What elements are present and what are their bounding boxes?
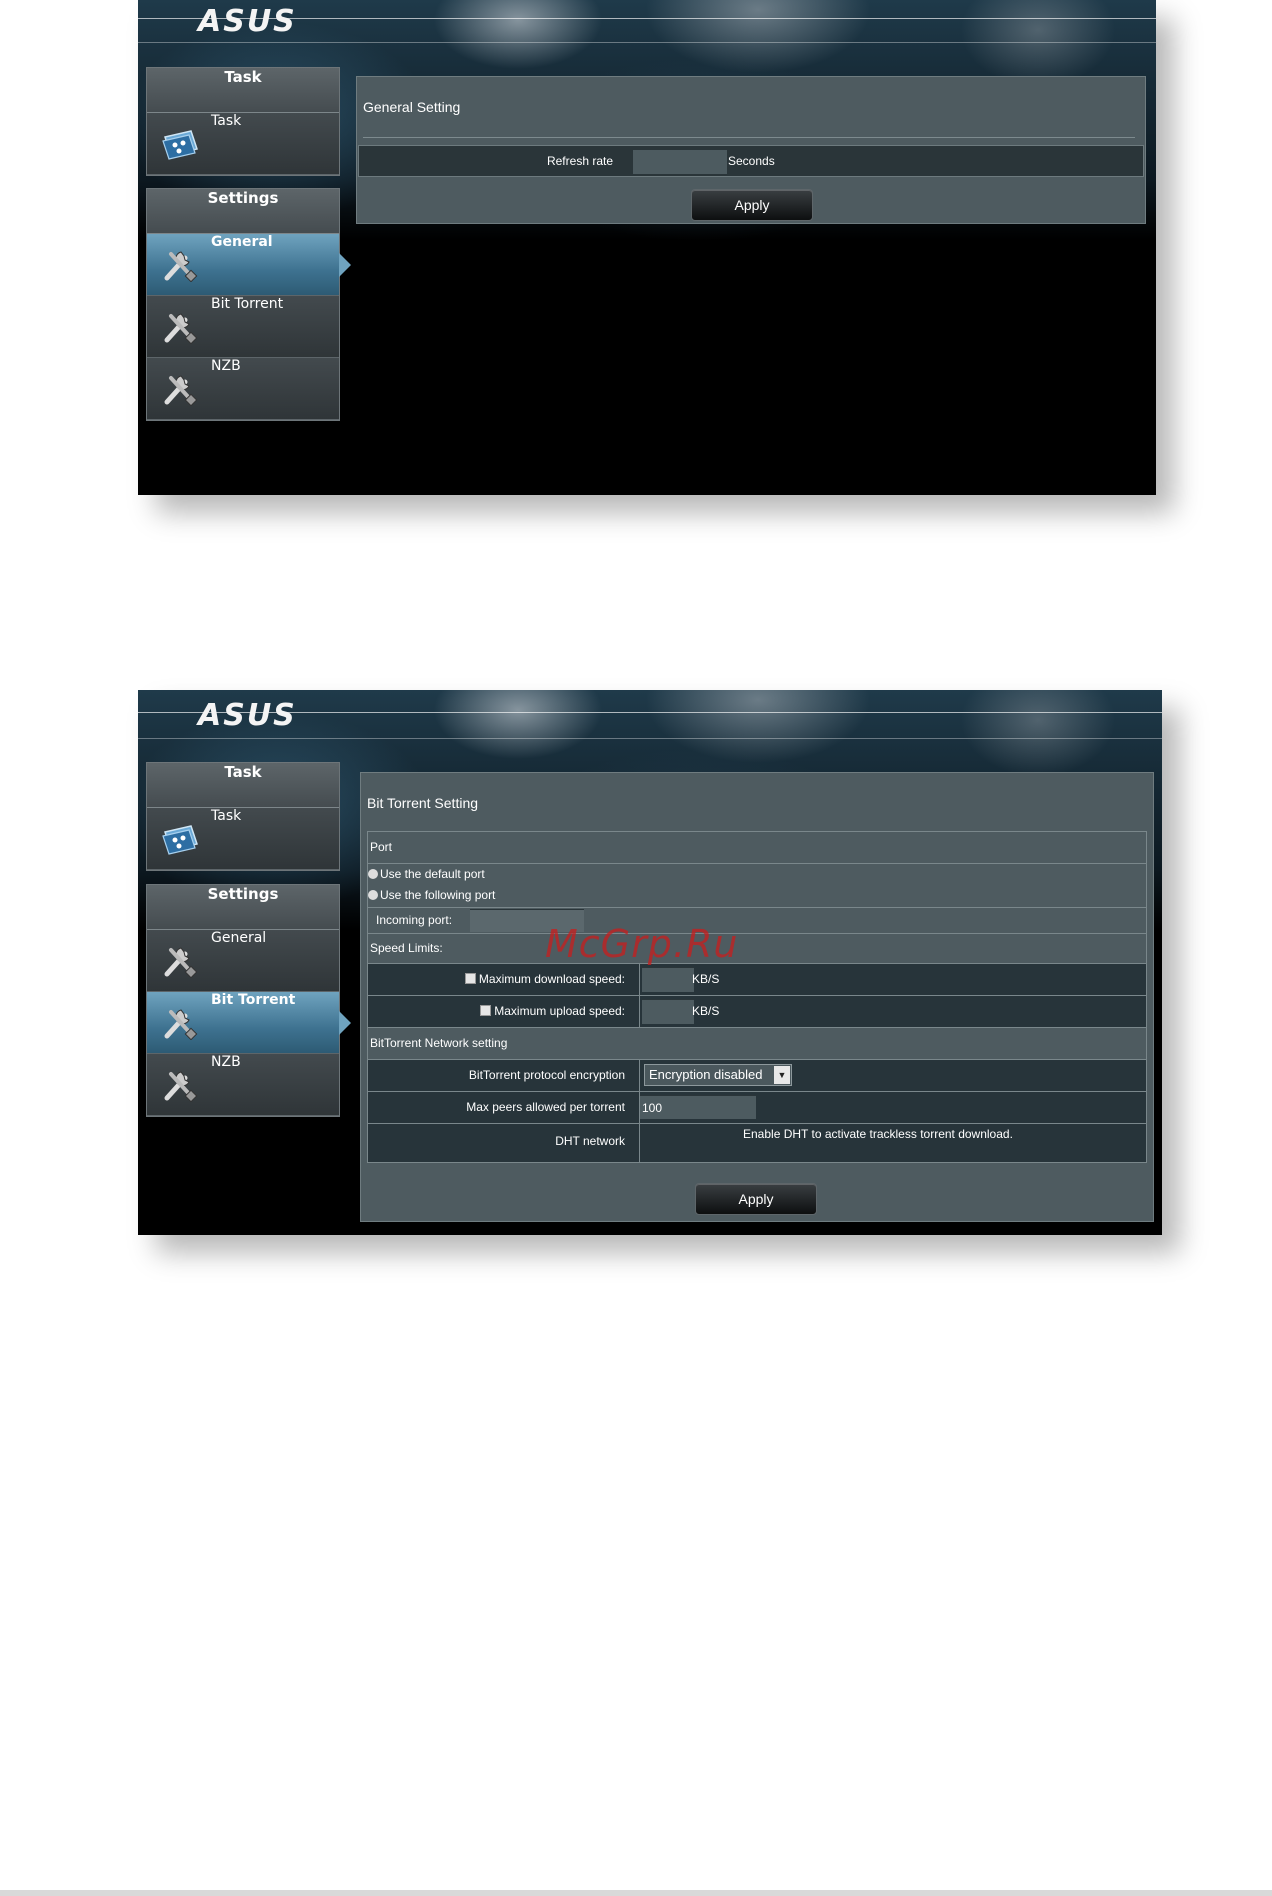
- default-port-option[interactable]: Use the default port: [368, 867, 485, 881]
- panel-title: Bit Torrent Setting: [367, 795, 479, 811]
- task-menu-header: Task: [147, 68, 339, 113]
- task-menu: Task Task: [146, 67, 340, 176]
- incoming-port-label: Incoming port:: [376, 913, 453, 927]
- menu-item-task[interactable]: Task: [147, 113, 339, 175]
- encryption-label: BitTorrent protocol encryption: [368, 1060, 640, 1091]
- refresh-rate-input[interactable]: [633, 149, 727, 174]
- port-section-header: Port: [368, 832, 1146, 864]
- menu-item-bit-torrent[interactable]: Bit Torrent: [147, 296, 339, 358]
- settings-menu-header: Settings: [147, 189, 339, 234]
- max-upload-input[interactable]: [642, 999, 694, 1024]
- menu-item-nzb-label: NZB: [211, 358, 241, 374]
- tools-icon: [164, 947, 198, 978]
- page-bottom-bar: [0, 1890, 1272, 1896]
- tools-icon: [164, 251, 198, 282]
- menu-item-task[interactable]: Task: [147, 808, 339, 870]
- default-port-radio[interactable]: [368, 869, 378, 879]
- dht-label: DHT network: [368, 1124, 640, 1162]
- following-port-label: Use the following port: [380, 888, 496, 902]
- menu-item-general[interactable]: General: [147, 234, 351, 296]
- bit-torrent-settings-table: Port Use the default port Use the follow…: [367, 831, 1147, 1163]
- apply-button[interactable]: Apply: [691, 189, 813, 221]
- menu-item-task-label: Task: [211, 113, 242, 129]
- max-download-value-cell: KB/S: [640, 964, 1146, 995]
- dht-note: Enable DHT to activate trackless torrent…: [743, 1127, 1013, 1141]
- panel-title: General Setting: [363, 99, 461, 115]
- tools-icon: [164, 1009, 198, 1040]
- encryption-select[interactable]: Encryption disabled ▼: [644, 1064, 792, 1086]
- settings-menu: Settings General Bit Torrent NZB: [146, 884, 351, 1117]
- max-download-input[interactable]: [642, 967, 694, 992]
- max-download-label: Maximum download speed:: [478, 972, 625, 986]
- asus-logo: ASUS: [198, 698, 297, 733]
- encryption-row: BitTorrent protocol encryption Encryptio…: [368, 1060, 1146, 1092]
- port-options: Use the default port Use the following p…: [368, 864, 1146, 908]
- menu-item-bit-torrent[interactable]: Bit Torrent: [147, 992, 351, 1054]
- max-upload-label-cell: Maximum upload speed:: [368, 996, 640, 1027]
- encryption-value-cell: Encryption disabled ▼: [640, 1060, 1146, 1091]
- default-port-label: Use the default port: [380, 867, 485, 881]
- max-upload-row: Maximum upload speed: KB/S: [368, 996, 1146, 1028]
- max-upload-label: Maximum upload speed:: [494, 1004, 625, 1018]
- max-download-label-cell: Maximum download speed:: [368, 964, 640, 995]
- apply-button[interactable]: Apply: [695, 1183, 817, 1215]
- max-upload-unit: KB/S: [692, 1004, 720, 1018]
- encryption-select-value: Encryption disabled: [649, 1067, 763, 1082]
- panel-divider: [363, 137, 1135, 138]
- max-download-unit: KB/S: [692, 972, 720, 986]
- bit-torrent-setting-panel: Bit Torrent Setting Port Use the default…: [360, 772, 1154, 1222]
- max-peers-row: Max peers allowed per torrent 100: [368, 1092, 1146, 1124]
- settings-menu-header: Settings: [147, 885, 339, 930]
- header-rule-lower: [138, 42, 1156, 43]
- menu-item-bit-torrent-label: Bit Torrent: [211, 296, 284, 312]
- task-icon: [162, 825, 198, 855]
- menu-item-task-label: Task: [211, 808, 242, 824]
- following-port-option[interactable]: Use the following port: [368, 888, 495, 902]
- watermark-text: McGrp.Ru: [545, 922, 739, 966]
- menu-item-general-label: General: [211, 234, 273, 250]
- following-port-radio[interactable]: [368, 890, 378, 900]
- refresh-rate-row: Refresh rate Seconds: [358, 145, 1144, 177]
- refresh-rate-unit: Seconds: [728, 154, 775, 168]
- menu-item-nzb-label: NZB: [211, 1054, 241, 1070]
- menu-item-nzb[interactable]: NZB: [147, 1054, 339, 1116]
- max-upload-value-cell: KB/S: [640, 996, 1146, 1027]
- max-upload-checkbox[interactable]: [480, 1005, 492, 1016]
- speed-limits-section-header: Speed Limits:: [368, 934, 1146, 964]
- chevron-down-icon[interactable]: ▼: [774, 1066, 790, 1084]
- max-peers-input[interactable]: 100: [640, 1095, 756, 1119]
- task-menu: Task Task: [146, 762, 340, 871]
- max-peers-value-cell: 100: [640, 1092, 1146, 1123]
- settings-menu: Settings General Bit Torrent NZB: [146, 188, 351, 421]
- network-section-header: BitTorrent Network setting: [368, 1028, 1146, 1060]
- task-menu-header: Task: [147, 763, 339, 808]
- task-icon: [162, 130, 198, 160]
- incoming-port-row: Incoming port:: [368, 908, 1146, 934]
- general-setting-window: ASUS Task Task Settings General Bit Torr…: [138, 0, 1156, 495]
- general-setting-panel: General Setting Refresh rate Seconds App…: [356, 76, 1146, 224]
- max-download-checkbox[interactable]: [464, 973, 476, 984]
- refresh-rate-label: Refresh rate: [546, 154, 613, 168]
- menu-item-nzb[interactable]: NZB: [147, 358, 339, 420]
- tools-icon: [164, 375, 198, 406]
- menu-item-bit-torrent-label: Bit Torrent: [211, 992, 296, 1008]
- menu-item-general[interactable]: General: [147, 930, 339, 992]
- max-download-row: Maximum download speed: KB/S: [368, 964, 1146, 996]
- header-rule-lower: [138, 738, 1162, 739]
- tools-icon: [164, 313, 198, 344]
- max-peers-label: Max peers allowed per torrent: [368, 1092, 640, 1123]
- tools-icon: [164, 1071, 198, 1102]
- asus-logo: ASUS: [198, 4, 297, 39]
- menu-item-general-label: General: [211, 930, 267, 946]
